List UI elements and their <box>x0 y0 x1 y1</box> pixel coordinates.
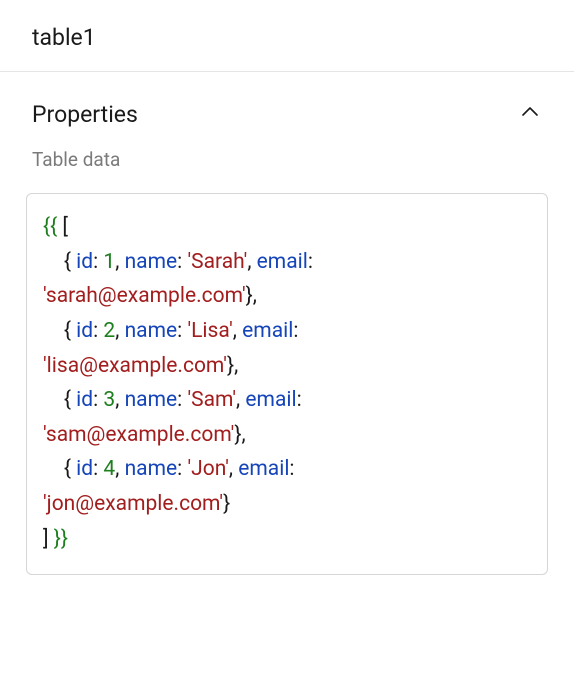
properties-title: Properties <box>32 101 138 128</box>
component-name[interactable]: table1 <box>32 24 542 51</box>
chevron-up-icon <box>518 100 542 128</box>
panel-header: table1 <box>0 0 574 72</box>
table-data-input[interactable]: {{ [ { id: 1, name: 'Sarah', email: 'sar… <box>26 193 548 575</box>
table-data-label: Table data <box>0 136 574 171</box>
properties-section-toggle[interactable]: Properties <box>0 72 574 136</box>
